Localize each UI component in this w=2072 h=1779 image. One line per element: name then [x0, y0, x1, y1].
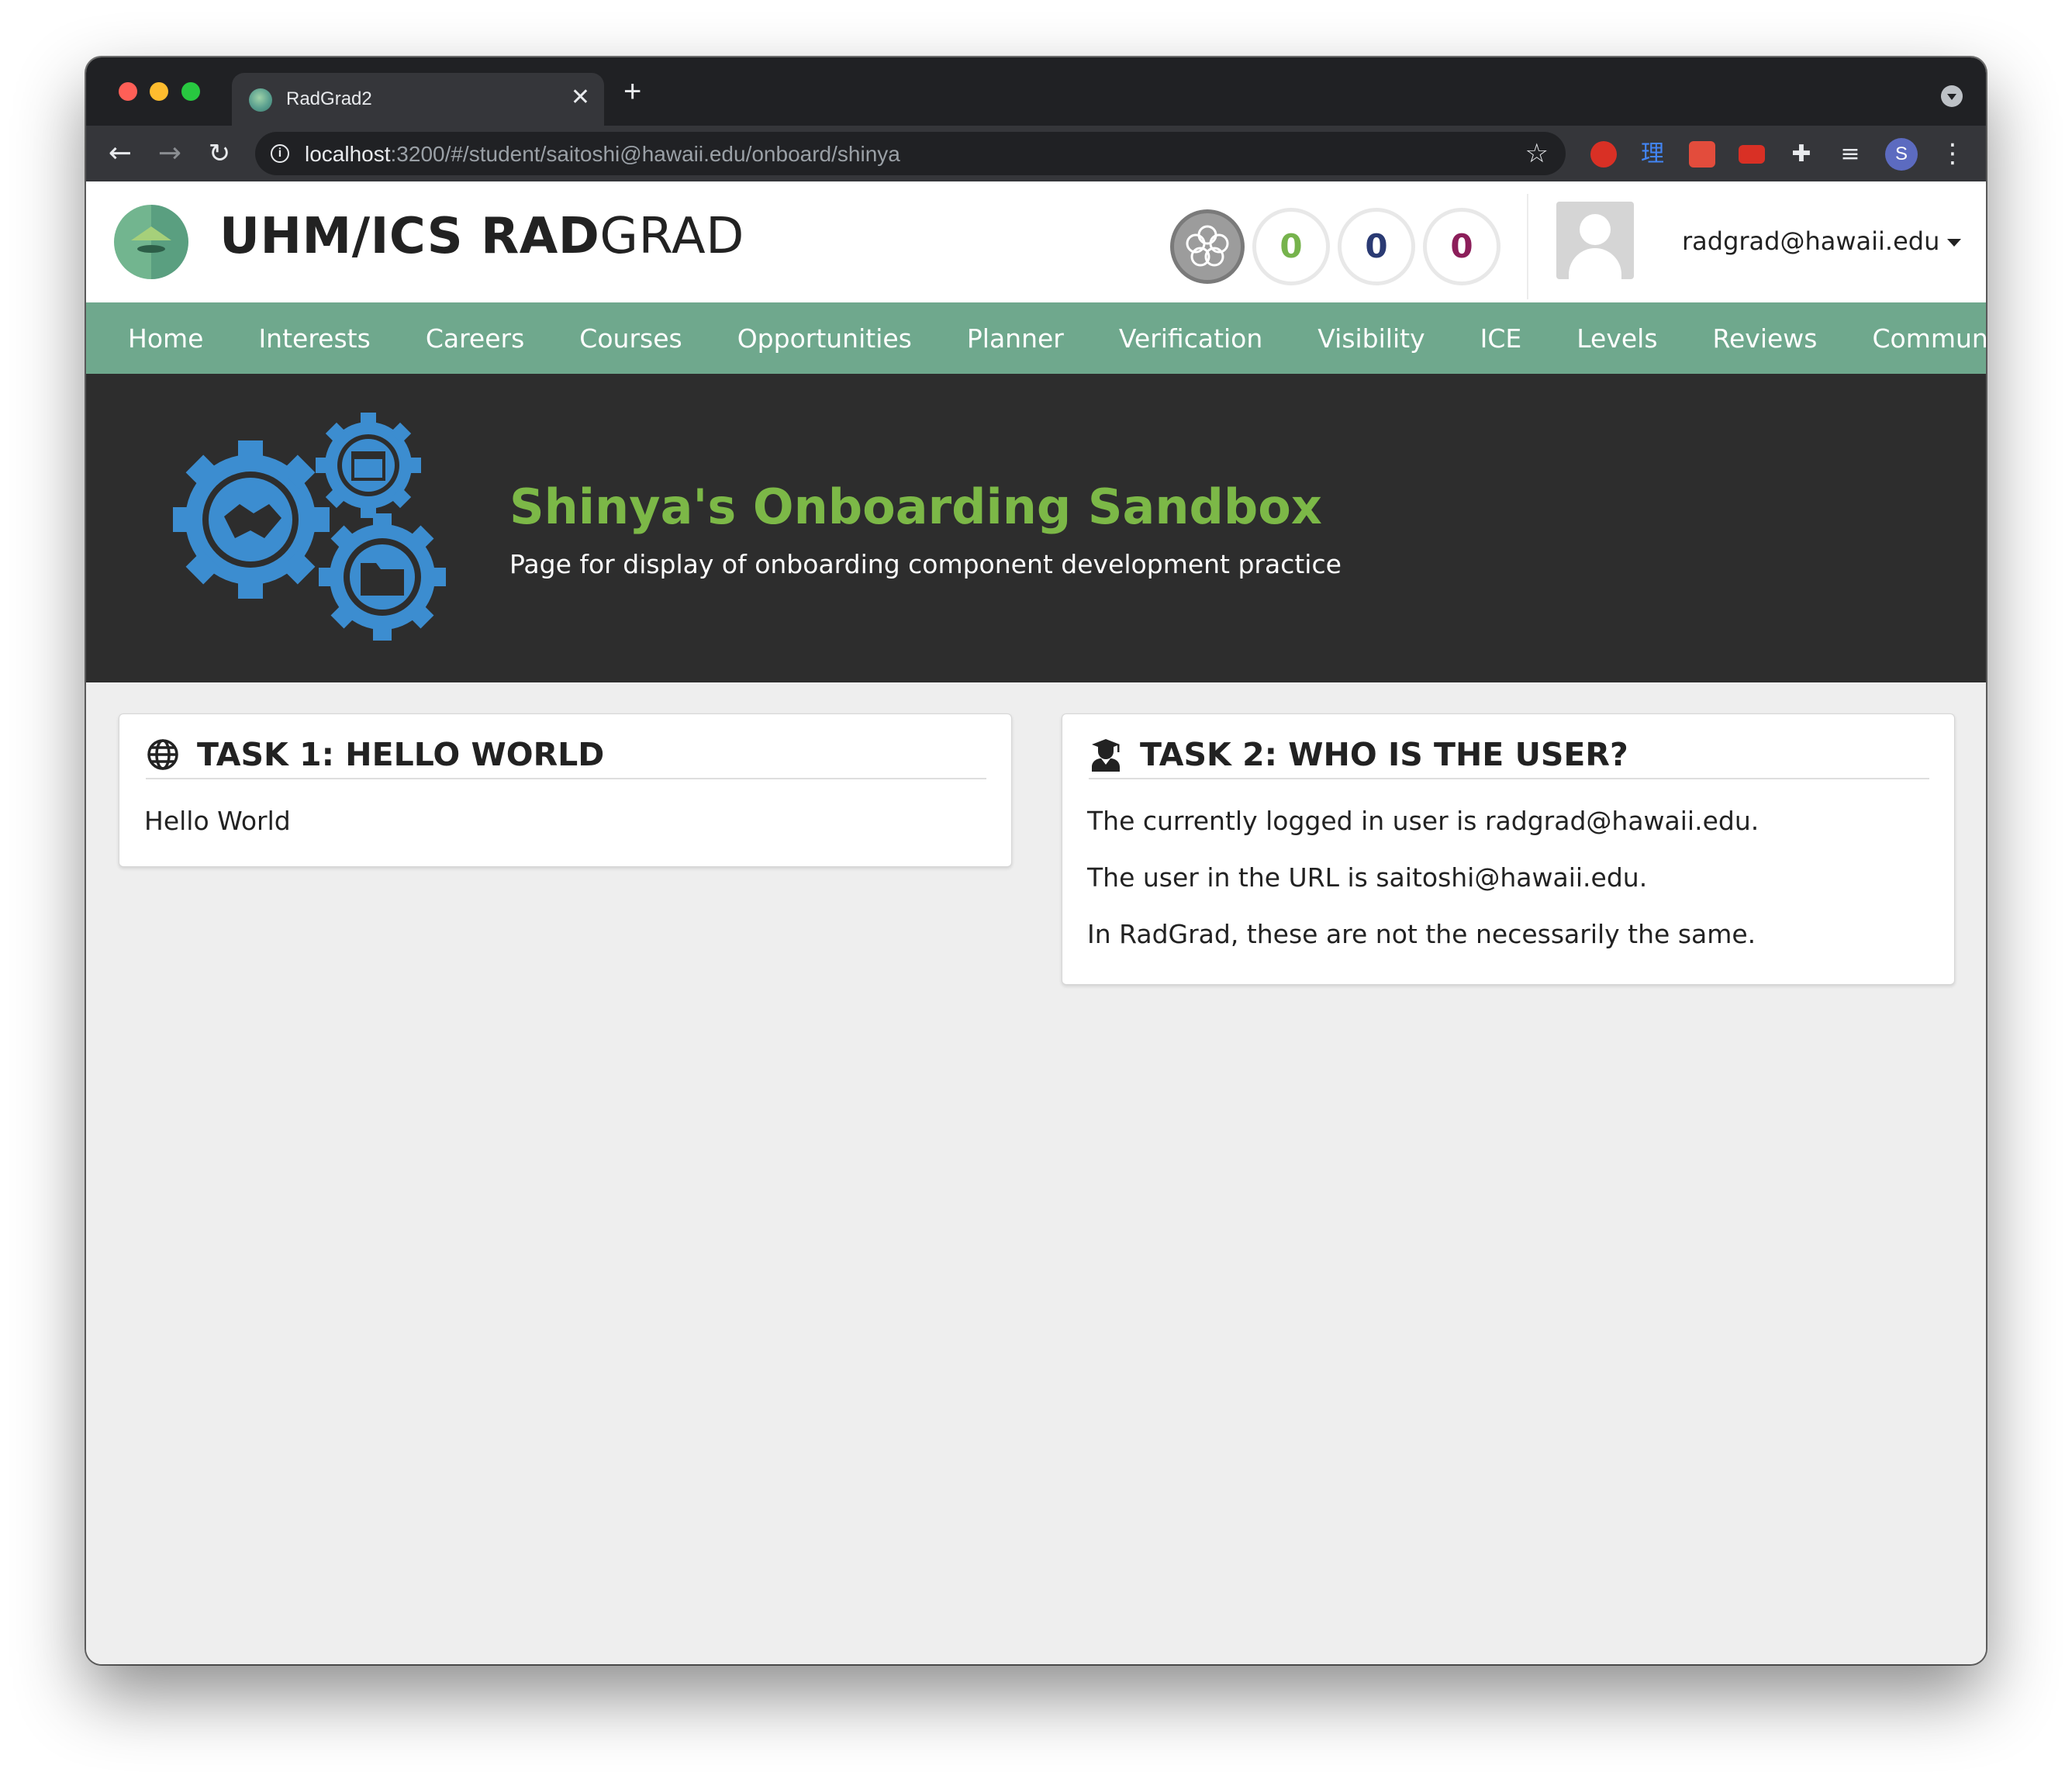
menu-item-opportunities[interactable]: Opportunities — [737, 323, 912, 354]
close-tab-icon[interactable]: ✕ — [571, 84, 590, 111]
menu-item-planner[interactable]: Planner — [967, 323, 1064, 354]
caret-down-icon — [1947, 239, 1962, 247]
bookmark-star-icon[interactable]: ☆ — [1525, 138, 1549, 169]
menu-item-home[interactable]: Home — [128, 323, 203, 354]
logged-in-user-text: The currently logged in user is radgrad@… — [1087, 806, 1759, 836]
tab-title: RadGrad2 — [286, 88, 372, 109]
forward-arrow-icon[interactable]: → — [151, 135, 188, 172]
adblock-extension-icon[interactable] — [1590, 141, 1617, 168]
page-banner: Shinya's Onboarding Sandbox Page for dis… — [86, 374, 1986, 682]
user-graduate-icon — [1092, 739, 1120, 772]
browser-toolbar: ← → ↻ i localhost:3200/#/student/saitosh… — [86, 126, 1986, 181]
task2-card: TASK 2: WHO IS THE USER? The currently l… — [1062, 713, 1955, 985]
user-avatar[interactable] — [1556, 202, 1634, 279]
tab-strip: RadGrad2 ✕ + — [86, 57, 1986, 126]
user-dropdown[interactable]: radgrad@hawaii.edu — [1682, 226, 1962, 256]
page-content: UHM/ICS RADGRAD 0 0 0 radgrad@hawaii.edu… — [86, 181, 1986, 1664]
close-window-button[interactable] — [119, 82, 137, 101]
note-text: In RadGrad, these are not the necessaril… — [1087, 919, 1756, 949]
menu-item-visibility[interactable]: Visibility — [1317, 323, 1424, 354]
media-queue-icon[interactable]: ≡ — [1837, 141, 1863, 168]
reload-icon[interactable]: ↻ — [201, 135, 238, 172]
url-user-text: The user in the URL is saitoshi@hawaii.e… — [1087, 862, 1648, 893]
task2-body: The currently logged in user is radgrad@… — [1087, 806, 1759, 976]
favicon-icon — [249, 88, 272, 112]
extension-icon[interactable] — [1689, 141, 1715, 168]
menu-item-reviews[interactable]: Reviews — [1713, 323, 1818, 354]
youtube-extension-icon[interactable] — [1739, 145, 1765, 164]
minimize-window-button[interactable] — [150, 82, 168, 101]
globe-icon — [147, 739, 178, 770]
back-arrow-icon[interactable]: ← — [102, 135, 139, 172]
tab-search-icon[interactable] — [1941, 85, 1963, 107]
menu-item-interests[interactable]: Interests — [258, 323, 370, 354]
ice-innovation-score[interactable]: 0 — [1252, 208, 1330, 285]
menu-item-careers[interactable]: Careers — [426, 323, 524, 354]
task1-card-header: TASK 1: HELLO WORLD — [146, 731, 986, 779]
brand-title[interactable]: UHM/ICS RADGRAD — [219, 208, 744, 265]
radgrad-logo[interactable] — [114, 205, 188, 279]
menu-item-courses[interactable]: Courses — [579, 323, 682, 354]
user-email: radgrad@hawaii.edu — [1682, 226, 1940, 256]
task1-card: TASK 1: HELLO WORLD Hello World — [119, 713, 1012, 867]
task1-title: TASK 1: HELLO WORLD — [197, 736, 605, 773]
browser-tab[interactable]: RadGrad2 ✕ — [232, 73, 604, 126]
dictionary-extension-icon[interactable]: 理 — [1639, 141, 1666, 168]
main-menu: Home Interests Careers Courses Opportuni… — [86, 302, 1986, 374]
hello-world-text: Hello World — [144, 806, 291, 836]
task1-body: Hello World — [144, 806, 291, 862]
maximize-window-button[interactable] — [181, 82, 200, 101]
menu-item-community[interactable]: Community — [1872, 323, 1986, 354]
ice-experience-score[interactable]: 0 — [1423, 208, 1500, 285]
extensions-puzzle-icon[interactable]: ✚ — [1788, 141, 1815, 168]
browser-window: RadGrad2 ✕ + ← → ↻ i localhost:3200/#/st… — [86, 57, 1986, 1664]
menu-item-levels[interactable]: Levels — [1576, 323, 1657, 354]
header-divider — [1527, 194, 1528, 299]
app-header: UHM/ICS RADGRAD 0 0 0 radgrad@hawaii.edu — [86, 181, 1986, 302]
address-bar[interactable]: i localhost:3200/#/student/saitoshi@hawa… — [255, 132, 1566, 175]
level-badge-icon[interactable] — [1170, 209, 1245, 284]
url-text[interactable]: localhost:3200/#/student/saitoshi@hawaii… — [305, 142, 900, 167]
menu-item-verification[interactable]: Verification — [1119, 323, 1262, 354]
ice-competency-score[interactable]: 0 — [1338, 208, 1415, 285]
page-title: Shinya's Onboarding Sandbox — [509, 478, 1322, 535]
task2-card-header: TASK 2: WHO IS THE USER? — [1089, 731, 1929, 779]
new-tab-button[interactable]: + — [623, 76, 641, 107]
profile-avatar[interactable]: S — [1885, 138, 1918, 171]
gears-icon — [173, 413, 446, 641]
site-info-icon[interactable]: i — [271, 144, 289, 163]
menu-item-ice[interactable]: ICE — [1480, 323, 1522, 354]
page-subtitle: Page for display of onboarding component… — [509, 549, 1342, 579]
task2-title: TASK 2: WHO IS THE USER? — [1140, 736, 1628, 773]
browser-menu-icon[interactable]: ⋮ — [1939, 136, 1966, 171]
